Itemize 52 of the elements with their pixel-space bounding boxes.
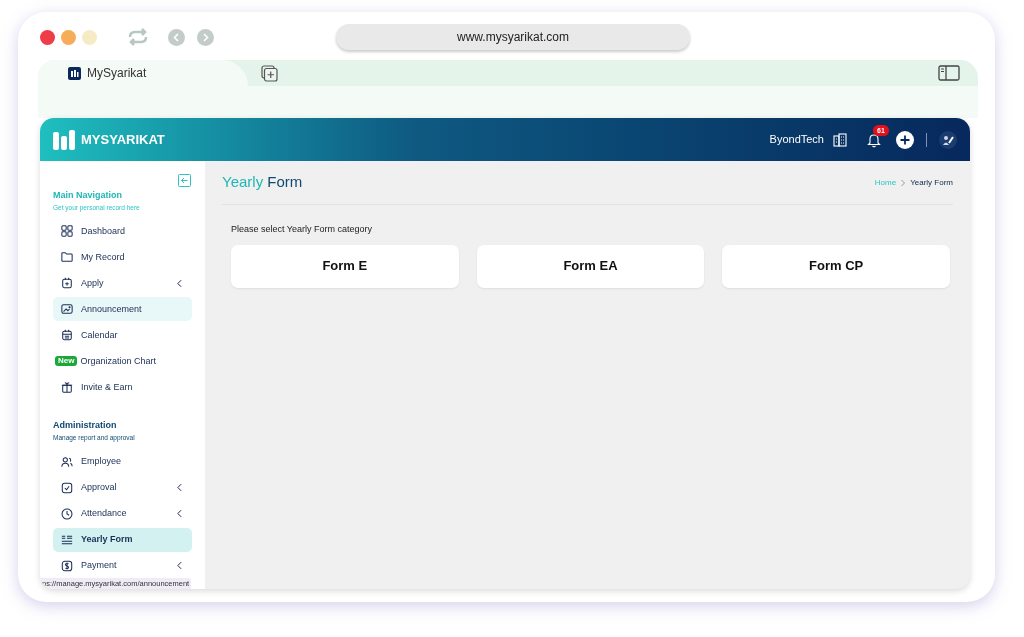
chevron-icon	[177, 561, 182, 570]
chevron-icon	[177, 483, 182, 492]
grid-icon	[61, 225, 73, 238]
bell-icon[interactable]	[867, 131, 881, 148]
check-square-icon	[61, 481, 73, 494]
add-icon[interactable]	[896, 130, 914, 149]
list-icon	[61, 533, 73, 546]
nav-item[interactable]: My Record	[53, 245, 192, 270]
company-name[interactable]: ByondTech	[769, 131, 824, 148]
avatar-icon	[942, 133, 954, 146]
new-tab-icon[interactable]	[261, 64, 278, 82]
nav-item[interactable]: Dashboard	[53, 219, 192, 244]
browser-tab[interactable]: MySyarikat	[38, 60, 248, 86]
section-title: Main Navigation	[53, 189, 123, 202]
instruction-text: Please select Yearly Form category	[231, 223, 374, 236]
clock-icon	[61, 507, 73, 520]
address-bar[interactable]: www.mysyarikat.com	[336, 24, 690, 50]
page-title: Yearly Form	[222, 172, 303, 193]
form-card[interactable]: Form E	[231, 244, 459, 288]
chevron-icon	[900, 178, 907, 187]
image-icon	[61, 303, 73, 316]
nav-item[interactable]: Payment	[53, 553, 192, 578]
folder-icon	[61, 251, 73, 264]
section-title: Administration	[53, 419, 118, 433]
chevron-icon	[177, 278, 182, 288]
logo-icon	[53, 129, 75, 150]
chevron-icon	[177, 509, 182, 518]
form-card[interactable]: Form EA	[476, 244, 705, 288]
gift-icon	[61, 381, 73, 394]
form-card[interactable]: Form CP	[722, 244, 950, 288]
logo-text: MYSYARIKAT	[81, 130, 165, 149]
user-avatar[interactable]	[939, 130, 957, 149]
dollar-icon	[61, 559, 73, 572]
nav-item[interactable]: Attendance	[53, 501, 192, 526]
tab-title: MySyarikat	[87, 65, 147, 82]
collapse-icon[interactable]	[178, 174, 191, 187]
nav-item[interactable]: Apply	[53, 271, 192, 296]
people-icon	[61, 455, 73, 468]
nav-item[interactable]: Yearly Form	[53, 527, 192, 552]
new-badge: New	[55, 356, 78, 367]
nav-item[interactable]: Announcement	[53, 297, 192, 322]
breadcrumb-current: Yearly Form	[910, 176, 953, 189]
sidebar-toggle-icon[interactable]	[938, 65, 960, 81]
calendar-plus-icon	[61, 277, 73, 290]
calendar-icon	[61, 329, 73, 342]
nav-item[interactable]: Calendar	[53, 323, 192, 348]
logo-icon	[68, 66, 81, 80]
nav-item[interactable]: Approval	[53, 475, 192, 500]
building-icon[interactable]	[833, 132, 847, 147]
nav-item[interactable]: Employee	[53, 449, 192, 474]
nav-item[interactable]: Invite & Earn	[53, 375, 192, 400]
nav-item[interactable]: New Organization Chart	[53, 349, 192, 374]
